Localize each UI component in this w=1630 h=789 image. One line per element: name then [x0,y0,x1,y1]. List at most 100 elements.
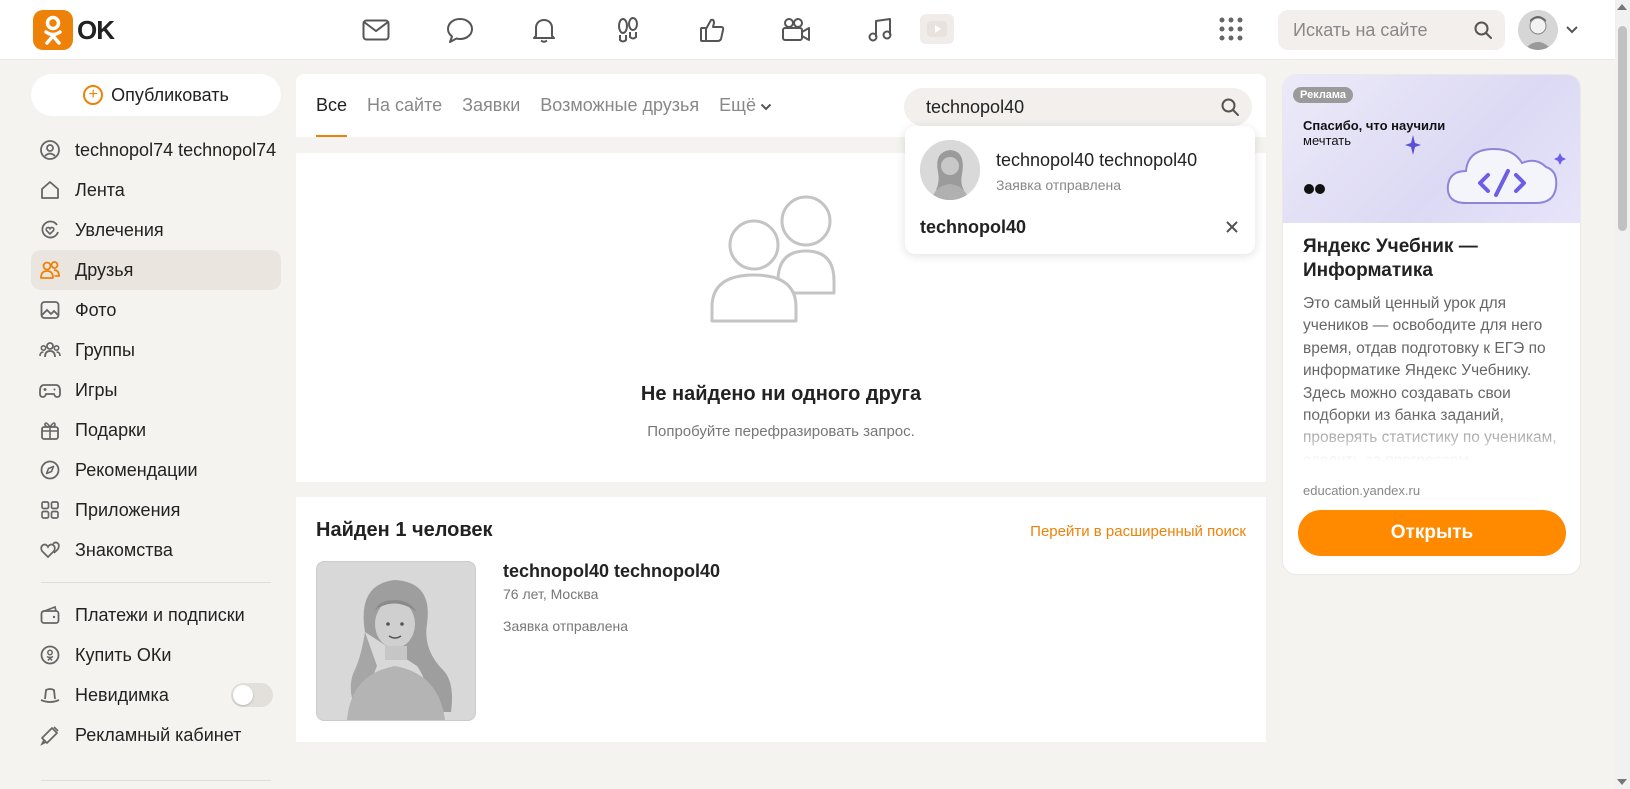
sidebar-item-games[interactable]: Игры [31,370,281,410]
chat-icon[interactable] [444,14,476,46]
sidebar-divider [41,582,271,583]
friend-search-input[interactable] [926,96,1206,118]
sidebar-item-label: Друзья [75,259,134,280]
ad-banner[interactable]: Реклама Спасибо, что научили мечтать [1283,75,1580,223]
video-play-icon[interactable] [920,14,954,44]
site-search[interactable] [1278,10,1505,50]
tab-label: На сайте [367,95,443,115]
result-status: Заявка отправлена [503,618,629,634]
sidebar-item-invisible[interactable]: Невидимка [31,675,281,715]
close-icon[interactable] [1225,218,1239,239]
tab-all[interactable]: Все [316,74,348,137]
tab-label: Все [316,95,348,115]
gift-icon [39,419,61,441]
coin-icon [39,644,61,666]
scroll-thumb[interactable] [1618,26,1627,231]
scroll-down-arrow-icon[interactable] [1617,779,1627,785]
apps-icon [39,499,61,521]
footprints-icon[interactable] [612,14,644,46]
sidebar-item-photos[interactable]: Фото [31,290,281,330]
suggestion-avatar[interactable] [920,140,980,200]
sparkle-icon [1405,135,1421,155]
result-name[interactable]: technopol40 technopol40 [503,561,720,582]
sidebar-item-label: Знакомства [75,539,173,560]
site-search-input[interactable] [1293,19,1468,41]
sidebar-item-label: Приложения [75,499,181,520]
compass-icon [39,459,61,481]
logo-text: OK [77,14,115,45]
hat-icon [39,684,61,706]
empty-state-title: Не найдено ни одного друга [640,383,922,405]
groups-icon [39,339,61,361]
tab-possible-friends[interactable]: Возможные друзья [540,74,699,137]
friends-placeholder-icon [710,193,852,328]
sidebar-item-dating[interactable]: Знакомства [31,530,281,570]
like-icon[interactable] [696,14,728,46]
publish-label: Опубликовать [111,84,229,105]
search-results-panel: Найден 1 человек Перейти в расширенный п… [296,497,1266,742]
home-icon [39,179,61,201]
sidebar-item-label: Группы [75,339,135,360]
tab-label: Ещё [719,95,756,115]
search-icon[interactable] [1473,20,1493,45]
ad-banner-line: Спасибо, что научили [1303,118,1446,133]
result-avatar[interactable] [316,561,476,721]
heart-circle-icon [39,219,61,241]
mail-icon[interactable] [360,14,392,46]
music-icon[interactable] [864,14,896,46]
ok-logo-icon [33,10,73,50]
sidebar-item-label: Игры [75,379,118,400]
sidebar-item-ad-cabinet[interactable]: Рекламный кабинет [31,715,281,755]
sidebar-item-label: Подарки [75,419,147,440]
empty-state-subtitle: Попробуйте перефразировать запрос. [647,423,915,440]
ad-body-fade [1303,415,1565,461]
tab-online[interactable]: На сайте [367,74,442,137]
suggestion-status: Заявка отправлена [996,177,1122,193]
sidebar-item-label: Лента [75,179,125,200]
gamepad-icon [39,379,61,401]
friends-icon [39,259,61,281]
photo-icon [39,299,61,321]
ad-open-button[interactable]: Открыть [1298,510,1566,556]
sidebar-item-groups[interactable]: Группы [31,330,281,370]
sidebar-item-apps[interactable]: Приложения [31,490,281,530]
ok-logo[interactable]: OK [33,10,115,50]
brand-badge-icon [1304,184,1325,194]
sidebar-divider [41,780,271,781]
sidebar-item-recommendations[interactable]: Рекомендации [31,450,281,490]
sidebar-item-label: Купить ОКи [75,644,172,665]
sidebar-item-label: Рекомендации [75,459,198,480]
sidebar-item-feed[interactable]: Лента [31,170,281,210]
sidebar-item-buy-oks[interactable]: Купить ОКи [31,635,281,675]
apps-grid-icon[interactable] [1218,16,1244,47]
sidebar-item-payments[interactable]: Платежи и подписки [31,595,281,635]
video-camera-icon[interactable] [780,14,812,46]
ad-card[interactable]: Реклама Спасибо, что научили мечтать Янд… [1282,74,1581,575]
page-scrollbar[interactable] [1615,0,1630,789]
results-title: Найден 1 человек [316,519,493,541]
ad-title[interactable]: Яндекс Учебник — Информатика [1303,235,1563,283]
publish-button[interactable]: + Опубликовать [31,74,281,116]
suggestion-name[interactable]: technopol40 technopol40 [996,150,1197,171]
sidebar-item-label: technopol74 technopol74 [75,139,277,160]
scroll-up-arrow-icon[interactable] [1617,4,1627,10]
avatar[interactable] [1518,10,1558,50]
sidebar-item-gifts[interactable]: Подарки [31,410,281,450]
sidebar-item-label: Увлечения [75,219,164,240]
sidebar-item-label: Платежи и подписки [75,604,245,625]
search-icon[interactable] [1220,97,1240,122]
profile-icon [39,139,61,161]
ad-domain[interactable]: education.yandex.ru [1303,483,1420,498]
search-suggestions-dropdown: technopol40 technopol40 Заявка отправлен… [905,126,1255,254]
advanced-search-link[interactable]: Перейти в расширенный поиск [1030,523,1246,540]
bell-icon[interactable] [528,14,560,46]
recent-query[interactable]: technopol40 [920,217,1026,238]
tab-requests[interactable]: Заявки [462,74,520,137]
tab-more[interactable]: Ещё [719,74,772,137]
sidebar-item-profile[interactable]: technopol74 technopol74 [31,130,281,170]
chevron-down-icon[interactable] [1565,22,1579,40]
sidebar-item-friends[interactable]: Друзья [31,250,281,290]
sidebar-item-hobbies[interactable]: Увлечения [31,210,281,250]
friend-search[interactable] [904,88,1252,126]
invisible-toggle[interactable] [231,683,273,707]
